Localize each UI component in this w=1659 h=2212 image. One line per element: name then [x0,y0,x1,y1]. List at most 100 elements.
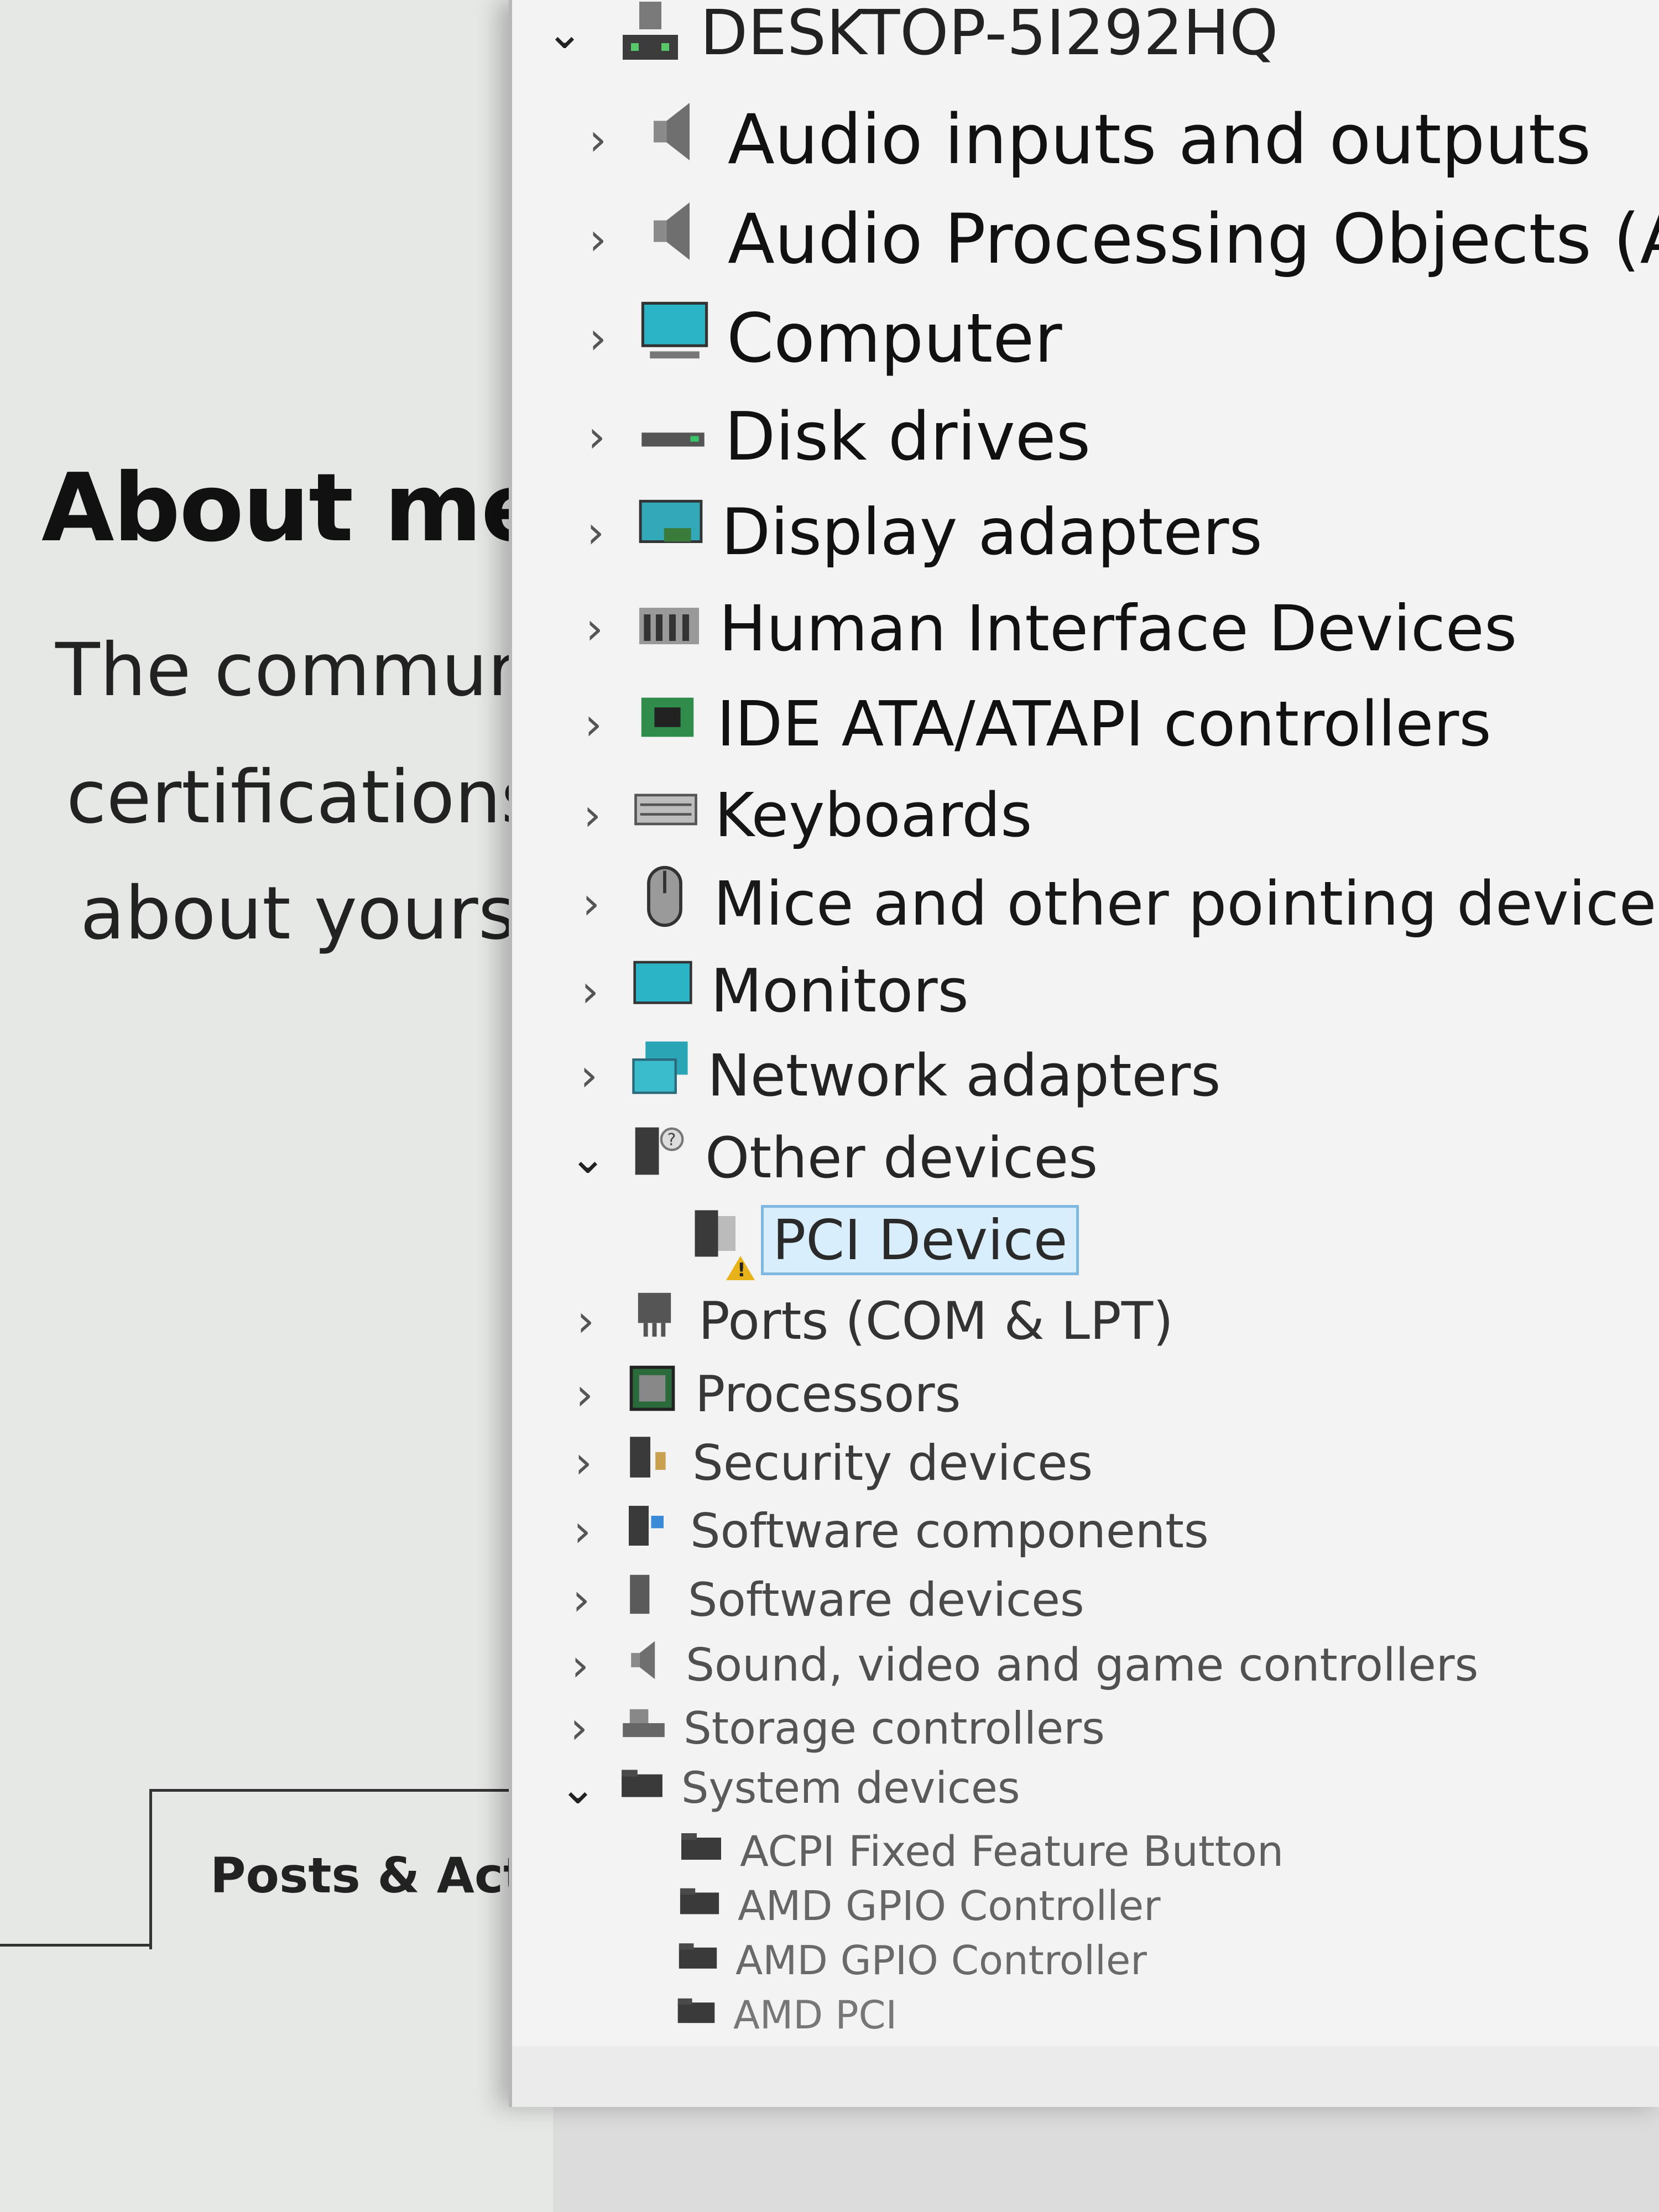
chevron-down-icon[interactable]: ⌄ [559,1766,597,1811]
tree-item-label: Processors [695,1365,961,1423]
tree-item-label: Network adapters [707,1042,1221,1109]
tree-device[interactable]: AMD PCI [654,1991,897,2039]
chevron-right-icon[interactable]: › [572,881,611,926]
chevron-right-icon[interactable]: › [574,702,613,747]
chevron-right-icon[interactable]: › [565,1372,604,1417]
tree-item-label: AMD PCI [733,1992,898,2038]
tree-category[interactable]: › Software components [563,1501,1209,1561]
computer-root-icon [617,2,684,65]
tree-item-label: Human Interface Devices [719,592,1517,665]
unknown-device-icon: ? [629,1121,688,1194]
tree-category[interactable]: › Processors [565,1363,961,1426]
tree-category[interactable]: › Mice and other pointing devices [572,865,1659,942]
chevron-right-icon[interactable]: › [573,793,612,837]
tree-category[interactable]: › Audio Processing Objects (A [578,196,1659,282]
chevron-right-icon[interactable]: › [578,217,617,262]
hid-icon [636,588,702,669]
tree-item-label: Other devices [705,1125,1098,1191]
tree-category[interactable]: › Display adapters [576,492,1262,572]
keyboard-icon [634,776,698,854]
tree-category[interactable]: › Monitors [571,954,969,1029]
tree-device[interactable]: AMD GPIO Controller [656,1880,1161,1932]
folder-icon [677,1935,719,1986]
tree-category[interactable]: › Human Interface Devices [575,589,1517,668]
software-device-icon [623,1570,671,1630]
about-text-line: certifications [66,755,539,840]
tree-category[interactable]: › Software devices [562,1571,1084,1629]
tree-item-label: ACPI Fixed Feature Button [740,1827,1284,1876]
tree-item-label: Disk drives [724,398,1091,476]
chevron-down-icon[interactable]: ⌄ [568,1136,607,1180]
tree-category[interactable]: › Security devices [564,1432,1093,1493]
security-device-icon [625,1432,676,1494]
about-text-line: The commur [55,628,518,713]
tree-category[interactable]: › Ports (COM & LPT) [566,1288,1173,1354]
chevron-right-icon[interactable]: › [566,1299,605,1343]
tree-category[interactable]: › Disk drives [577,395,1091,478]
chevron-right-icon[interactable]: › [562,1577,601,1622]
chevron-down-icon[interactable]: ⌄ [545,11,584,55]
tree-category[interactable]: › Sound, video and game controllers [561,1637,1478,1694]
warning-icon [726,1256,755,1281]
tree-item-label: Software devices [688,1572,1084,1627]
tree-item-label: AMD GPIO Controller [738,1882,1161,1930]
computer-icon [639,295,710,382]
device-manager-window: ⌄ DESKTOP-5I292HQ › Audio inputs and outp… [509,0,1659,2107]
tree-item-label: Mice and other pointing devices [713,868,1659,939]
tree-item-label: PCI Device [760,1205,1079,1275]
storage-controller-icon [620,1700,667,1757]
folder-icon [679,1824,723,1879]
tab-divider [0,1944,155,1947]
network-adapter-icon [630,1039,691,1113]
posts-activity-tab[interactable]: Posts & Act [149,1789,570,1949]
processor-icon [626,1362,679,1427]
speaker-icon [639,96,711,184]
tree-item-label: Keyboards [714,780,1032,851]
chevron-right-icon[interactable]: › [564,1441,603,1485]
tree-device[interactable]: AMD GPIO Controller [655,1936,1147,1985]
about-me-heading: About me: [41,453,581,563]
posts-activity-tab-label: Posts & Act [210,1847,527,1904]
display-adapter-icon [637,491,705,574]
tree-category[interactable]: › Computer [578,296,1062,380]
chevron-right-icon[interactable]: › [560,1706,598,1750]
chevron-right-icon[interactable]: › [561,1643,599,1688]
chevron-right-icon[interactable]: › [571,969,609,1014]
tree-item-label: System devices [681,1764,1020,1813]
chevron-right-icon[interactable]: › [578,117,617,162]
chevron-right-icon[interactable]: › [570,1053,608,1098]
chevron-right-icon[interactable]: › [575,606,614,651]
tree-item-label: IDE ATA/ATAPI controllers [717,688,1491,760]
tree-category[interactable]: › IDE ATA/ATAPI controllers [574,686,1491,763]
background-web-page: About me: The commur certifications abou… [0,0,581,2212]
tree-device[interactable]: ACPI Fixed Feature Button [657,1825,1284,1877]
tree-category[interactable]: › Storage controllers [560,1700,1105,1756]
software-component-icon [624,1501,674,1562]
tree-item-label: Ports (COM & LPT) [698,1291,1173,1352]
tree-item-label: Software components [690,1504,1209,1559]
svg-text:?: ? [667,1130,676,1150]
chevron-right-icon[interactable]: › [563,1509,602,1553]
chevron-right-icon[interactable]: › [577,415,616,459]
folder-icon [676,1990,717,2041]
about-text-line: about yourse [80,871,561,956]
tree-category[interactable]: ⌄? Other devices [568,1123,1098,1193]
speaker-icon [622,1636,669,1695]
computer-name: DESKTOP-5I292HQ [700,0,1279,69]
tree-item-label: Sound, video and game controllers [686,1639,1479,1692]
chevron-right-icon[interactable]: › [576,510,615,555]
tree-category[interactable]: › Keyboards [573,777,1032,853]
tree-category[interactable]: › Network adapters [570,1040,1220,1112]
warning-device-icon [689,1204,755,1281]
tree-root-computer[interactable]: ⌄ DESKTOP-5I292HQ [545,0,1278,72]
tree-device[interactable]: PCI Device [667,1204,1079,1281]
monitor-icon [632,953,694,1030]
port-icon [627,1287,682,1355]
tree-item-label: Display adapters [721,495,1262,570]
tree-category[interactable]: ⌄ System devices [559,1761,1020,1815]
folder-icon [619,1761,665,1817]
speaker-icon [639,195,711,284]
chevron-right-icon[interactable]: › [578,316,617,361]
mouse-icon [633,864,697,943]
tree-category[interactable]: › Audio inputs and outputs [578,97,1591,182]
